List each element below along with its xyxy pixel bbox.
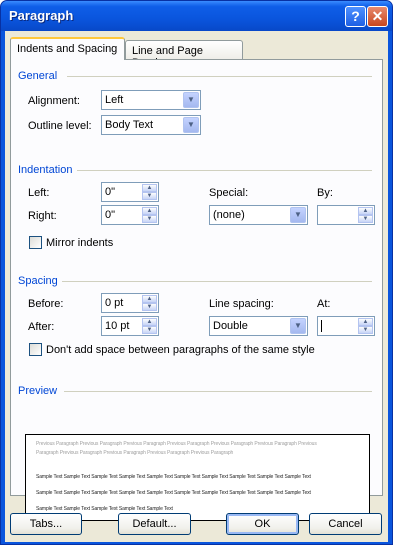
left-indent-spinner[interactable]: ▲ ▼: [142, 184, 157, 200]
spin-down-icon[interactable]: ▼: [358, 326, 373, 334]
dont-add-space-checkbox[interactable]: [29, 343, 42, 356]
at-field[interactable]: ▲ ▼: [317, 316, 375, 336]
preview-sample-line: Sample Text Sample Text Sample Text Samp…: [36, 490, 311, 496]
tab-indents-and-spacing[interactable]: Indents and Spacing: [10, 37, 125, 60]
at-spinner[interactable]: ▲ ▼: [358, 318, 373, 334]
chevron-down-icon[interactable]: ▼: [290, 318, 306, 334]
spin-up-icon[interactable]: ▲: [142, 184, 157, 192]
tabs-button-label: Tabs...: [29, 518, 63, 530]
chevron-down-icon[interactable]: ▼: [183, 92, 199, 108]
spin-up-icon[interactable]: ▲: [358, 318, 373, 326]
at-label: At:: [317, 298, 331, 310]
spacing-heading: Spacing: [18, 275, 62, 287]
paragraph-dialog: Paragraph ? ✕ Indents and Spacing Line a…: [0, 0, 393, 545]
preview-heading: Preview: [18, 385, 62, 397]
right-indent-label: Right:: [28, 210, 57, 222]
spin-down-icon[interactable]: ▼: [142, 303, 157, 311]
alignment-label: Alignment:: [28, 95, 80, 107]
spacing-before-value: 0 pt: [105, 297, 124, 309]
tab-panel: General Alignment: Left ▼ Outline level:…: [10, 59, 383, 521]
close-button[interactable]: ✕: [367, 6, 388, 27]
left-indent-label: Left:: [28, 187, 50, 199]
mirror-indents-label[interactable]: Mirror indents: [46, 237, 113, 249]
right-indent-value: 0": [105, 209, 116, 221]
spacing-before-label: Before:: [28, 298, 64, 310]
alignment-value: Left: [105, 94, 124, 106]
by-label: By:: [317, 187, 333, 199]
special-value: (none): [213, 209, 245, 221]
spacing-after-field[interactable]: 10 pt ▲ ▼: [101, 316, 159, 336]
left-indent-field[interactable]: 0" ▲ ▼: [101, 182, 159, 202]
divider: [77, 170, 372, 171]
spin-up-icon[interactable]: ▲: [142, 207, 157, 215]
spin-down-icon[interactable]: ▼: [358, 215, 373, 223]
ok-button-label: OK: [254, 518, 271, 530]
special-label: Special:: [209, 187, 249, 199]
spin-down-icon[interactable]: ▼: [142, 326, 157, 334]
tabs-button[interactable]: Tabs...: [10, 513, 82, 535]
spacing-before-spinner[interactable]: ▲ ▼: [142, 295, 157, 311]
preview-sample-line: Sample Text Sample Text Sample Text Samp…: [36, 474, 311, 480]
outline-level-select[interactable]: Body Text ▼: [101, 115, 201, 135]
default-button[interactable]: Default...: [118, 513, 191, 535]
indentation-heading: Indentation: [18, 164, 77, 176]
chevron-down-icon[interactable]: ▼: [183, 117, 199, 133]
spin-down-icon[interactable]: ▼: [142, 215, 157, 223]
outline-level-value: Body Text: [105, 119, 154, 131]
special-select[interactable]: (none) ▼: [209, 205, 308, 225]
general-heading: General: [18, 70, 62, 82]
by-spinner[interactable]: ▲ ▼: [358, 207, 373, 223]
preview-box: Previous Paragraph Previous Paragraph Pr…: [25, 434, 370, 521]
preview-previous-line: Paragraph Previous Paragraph Previous Pa…: [36, 450, 234, 456]
tab-label: Indents and Spacing: [17, 43, 118, 55]
spacing-after-spinner[interactable]: ▲ ▼: [142, 318, 157, 334]
ok-button[interactable]: OK: [226, 513, 299, 535]
left-indent-value: 0": [105, 186, 116, 198]
dialog-title: Paragraph: [9, 8, 74, 23]
spacing-after-label: After:: [28, 321, 55, 333]
outline-level-label: Outline level:: [28, 120, 92, 132]
dialog-body: Indents and Spacing Line and Page Breaks…: [5, 31, 388, 542]
cancel-button-label: Cancel: [328, 518, 363, 530]
spin-up-icon[interactable]: ▲: [358, 207, 373, 215]
dont-add-space-label[interactable]: Don't add space between paragraphs of th…: [46, 344, 315, 356]
right-indent-field[interactable]: 0" ▲ ▼: [101, 205, 159, 225]
right-indent-spinner[interactable]: ▲ ▼: [142, 207, 157, 223]
spacing-before-field[interactable]: 0 pt ▲ ▼: [101, 293, 159, 313]
spin-up-icon[interactable]: ▲: [142, 318, 157, 326]
divider: [67, 76, 372, 77]
line-spacing-value: Double: [213, 320, 248, 332]
preview-previous-line: Previous Paragraph Previous Paragraph Pr…: [36, 441, 317, 447]
spacing-after-value: 10 pt: [105, 320, 130, 332]
text-cursor: [321, 320, 322, 333]
by-field[interactable]: ▲ ▼: [317, 205, 375, 225]
cancel-button[interactable]: Cancel: [309, 513, 382, 535]
chevron-down-icon[interactable]: ▼: [290, 207, 306, 223]
divider: [64, 391, 372, 392]
spin-down-icon[interactable]: ▼: [142, 192, 157, 200]
default-button-label: Default...: [132, 518, 177, 530]
line-spacing-select[interactable]: Double ▼: [209, 316, 308, 336]
help-button[interactable]: ?: [345, 6, 366, 27]
line-spacing-label: Line spacing:: [209, 298, 274, 310]
spin-up-icon[interactable]: ▲: [142, 295, 157, 303]
mirror-indents-checkbox[interactable]: [29, 236, 42, 249]
divider: [61, 281, 372, 282]
title-bar[interactable]: Paragraph ? ✕: [1, 1, 392, 31]
alignment-select[interactable]: Left ▼: [101, 90, 201, 110]
